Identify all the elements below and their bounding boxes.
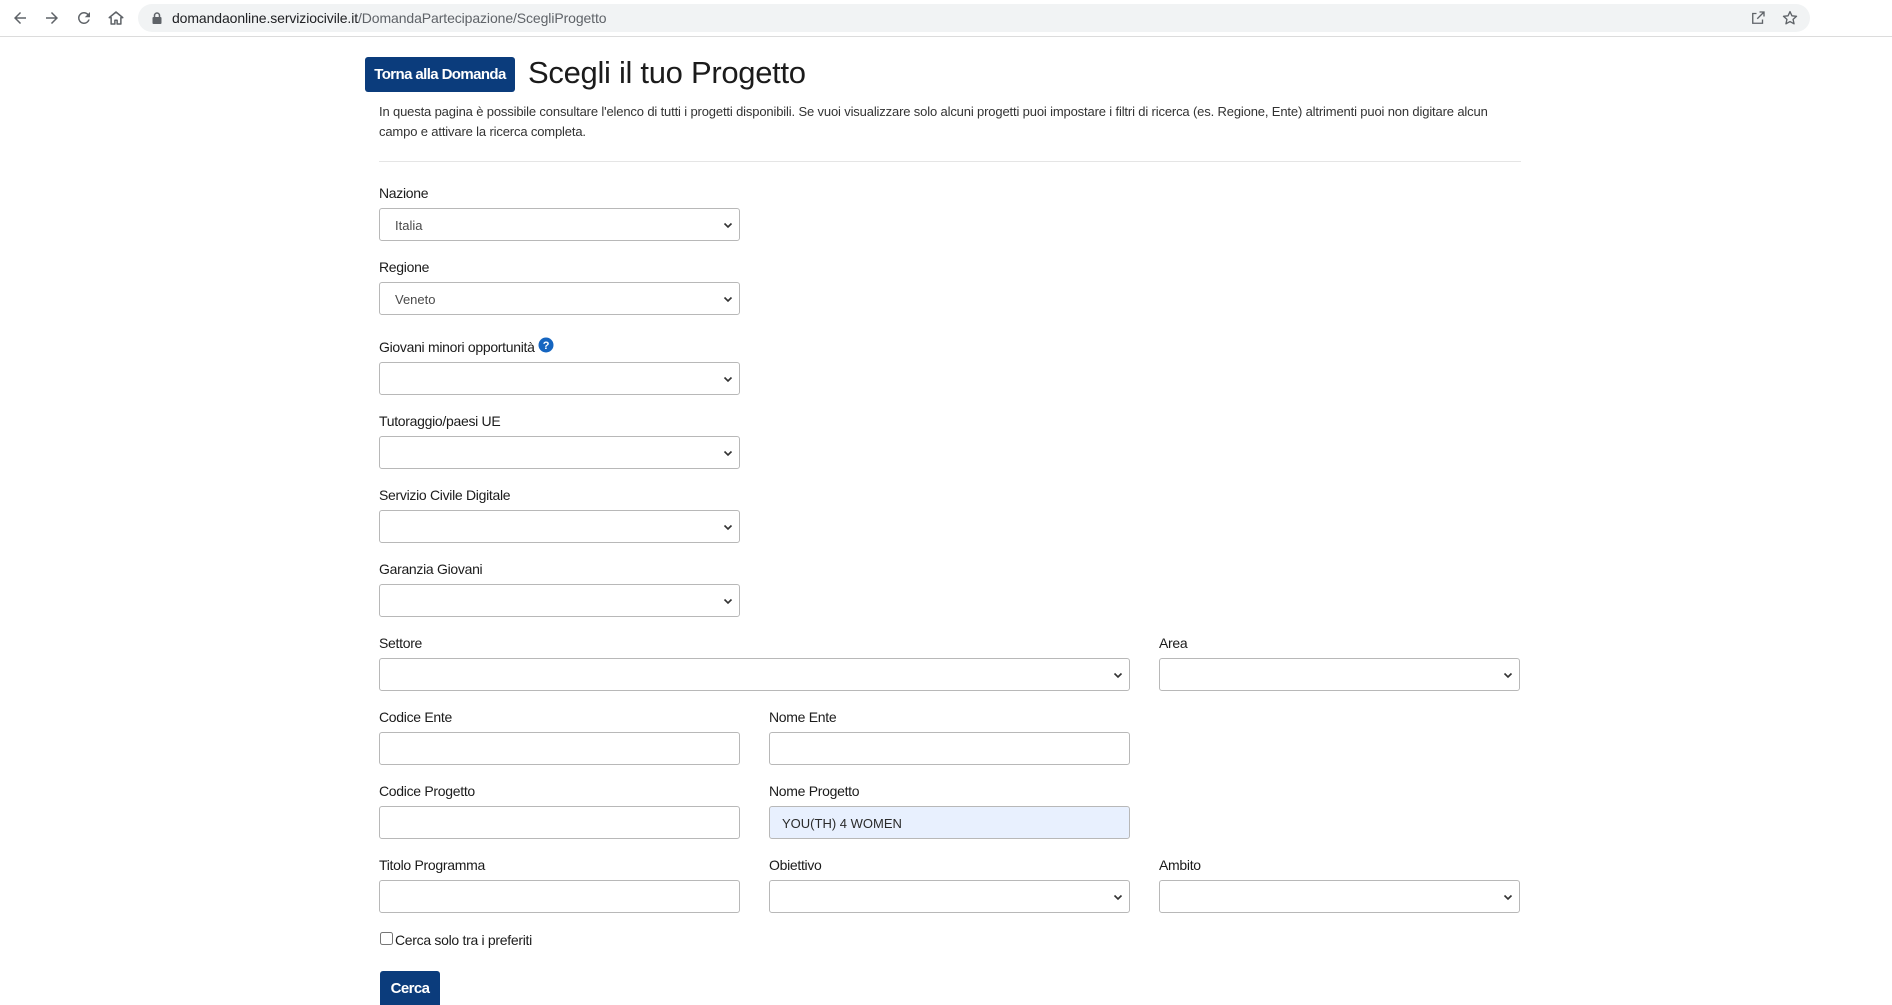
browser-toolbar: domandaonline.serviziocivile.it/DomandaP…: [0, 0, 1892, 37]
lock-icon[interactable]: [150, 11, 164, 25]
garanzia-label: Garanzia Giovani: [379, 561, 483, 577]
chevron-down-icon: [1503, 894, 1513, 901]
home-icon[interactable]: [105, 7, 127, 29]
titolo-programma-input[interactable]: [379, 880, 740, 913]
chevron-down-icon: [723, 376, 733, 383]
svg-text:?: ?: [542, 340, 549, 352]
share-icon[interactable]: [1749, 9, 1767, 27]
ambito-label: Ambito: [1159, 857, 1201, 873]
codice-ente-label: Codice Ente: [379, 709, 452, 725]
nome-ente-input[interactable]: [769, 732, 1130, 765]
chevron-down-icon: [1113, 672, 1123, 679]
url-text[interactable]: domandaonline.serviziocivile.it/DomandaP…: [172, 10, 607, 26]
garanzia-select[interactable]: [379, 584, 740, 617]
giovani-minori-select[interactable]: [379, 362, 740, 395]
page-title: Scegli il tuo Progetto: [528, 55, 806, 90]
codice-progetto-label: Codice Progetto: [379, 783, 475, 799]
giovani-minori-label-text: Giovani minori opportunità: [379, 339, 535, 355]
chevron-down-icon: [723, 598, 733, 605]
regione-value: Veneto: [395, 292, 436, 307]
address-bar[interactable]: domandaonline.serviziocivile.it/DomandaP…: [138, 4, 1810, 32]
ambito-select[interactable]: [1159, 880, 1520, 913]
settore-label: Settore: [379, 635, 423, 651]
codice-progetto-input[interactable]: [379, 806, 740, 839]
nazione-select[interactable]: Italia: [379, 208, 740, 241]
titolo-programma-label: Titolo Programma: [379, 857, 485, 873]
chevron-down-icon: [723, 222, 733, 229]
chevron-down-icon: [1113, 894, 1123, 901]
search-button[interactable]: Cerca: [380, 971, 440, 1005]
codice-ente-input[interactable]: [379, 732, 740, 765]
nome-ente-label: Nome Ente: [769, 709, 837, 725]
tutoraggio-select[interactable]: [379, 436, 740, 469]
back-to-application-button[interactable]: Torna alla Domanda: [365, 57, 515, 92]
digitale-label: Servizio Civile Digitale: [379, 487, 511, 503]
favorites-only-checkbox[interactable]: [380, 932, 393, 945]
reload-icon[interactable]: [73, 7, 95, 29]
regione-label: Regione: [379, 259, 430, 275]
url-path: /DomandaPartecipazione/ScegliProgetto: [358, 10, 607, 26]
nazione-label: Nazione: [379, 185, 429, 201]
chevron-down-icon: [723, 524, 733, 531]
obiettivo-label: Obiettivo: [769, 857, 822, 873]
back-arrow-icon[interactable]: [9, 7, 31, 29]
intro-text: In questa pagina è possibile consultare …: [379, 104, 1488, 139]
divider: [379, 161, 1521, 162]
digitale-select[interactable]: [379, 510, 740, 543]
favorites-only-label[interactable]: Cerca solo tra i preferiti: [395, 932, 532, 948]
chevron-down-icon: [1503, 672, 1513, 679]
tutoraggio-label: Tutoraggio/paesi UE: [379, 413, 501, 429]
star-icon[interactable]: [1781, 9, 1799, 27]
url-host: domandaonline.serviziocivile.it: [172, 10, 358, 26]
area-label: Area: [1159, 635, 1188, 651]
settore-select[interactable]: [379, 658, 1130, 691]
question-help-icon[interactable]: ?: [538, 337, 554, 353]
nome-progetto-input[interactable]: YOU(TH) 4 WOMEN: [769, 806, 1130, 839]
giovani-minori-label: Giovani minori opportunità?: [379, 337, 554, 355]
nome-progetto-value: YOU(TH) 4 WOMEN: [782, 816, 902, 831]
regione-select[interactable]: Veneto: [379, 282, 740, 315]
chevron-down-icon: [723, 450, 733, 457]
chevron-down-icon: [723, 296, 733, 303]
forward-arrow-icon[interactable]: [41, 7, 63, 29]
area-select[interactable]: [1159, 658, 1520, 691]
obiettivo-select[interactable]: [769, 880, 1130, 913]
nome-progetto-label: Nome Progetto: [769, 783, 860, 799]
nazione-value: Italia: [395, 218, 423, 233]
